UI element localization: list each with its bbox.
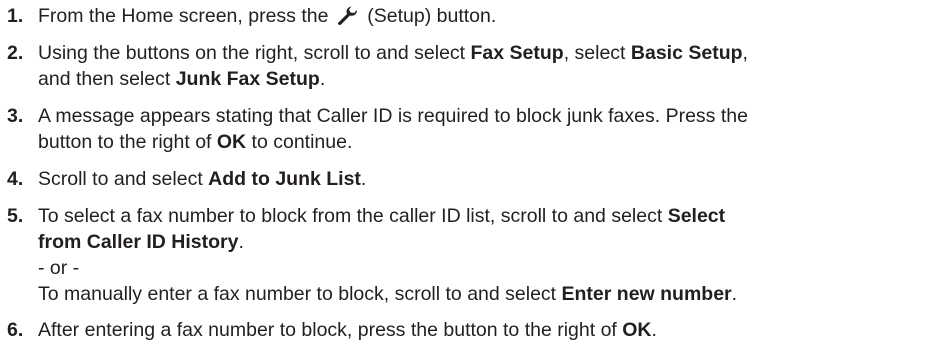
text-segment: , [742, 42, 748, 64]
text-segment: , select [563, 42, 631, 64]
text-segment: After entering a fax number to block, pr… [38, 319, 623, 341]
step-text: To select a fax number to block from the… [38, 203, 922, 307]
text-segment: . [319, 68, 326, 90]
menu-term-select: Select [667, 205, 726, 227]
step-text: Scroll to and select Add to Junk List. [38, 166, 922, 192]
text-segment: . [651, 319, 657, 341]
step-number: 4. [7, 168, 24, 190]
text-segment: . [360, 168, 367, 190]
text-segment: Using the buttons on the right, scroll t… [38, 42, 471, 64]
wrench-icon [337, 6, 357, 25]
text-segment: and then select [38, 68, 176, 90]
text-segment: . [731, 283, 738, 305]
menu-term-ok: OK [216, 131, 247, 153]
menu-term-caller-id-history: from Caller ID History [38, 231, 239, 253]
text-segment: . [238, 231, 244, 253]
text-segment: (Setup) button. [361, 5, 497, 27]
step-number: 2. [7, 42, 24, 64]
text-segment: to continue. [246, 131, 353, 153]
step-number: 3. [7, 105, 24, 127]
menu-term-add-to-junk-list: Add to Junk List [208, 168, 361, 190]
step-number: 5. [7, 205, 24, 227]
or-separator: - or - [38, 257, 80, 279]
step-number: 1. [7, 5, 24, 27]
menu-term-ok: OK [622, 319, 652, 341]
step-text: A message appears stating that Caller ID… [38, 103, 922, 155]
text-segment: To select a fax number to block from the… [38, 205, 668, 227]
menu-term-basic-setup: Basic Setup [630, 42, 743, 64]
step-text: After entering a fax number to block, pr… [38, 317, 922, 343]
text-segment: Scroll to and select [38, 168, 209, 190]
step-text: From the Home screen, press the (Setup) … [38, 3, 922, 29]
text-segment: A message appears stating that Caller ID… [38, 105, 748, 127]
menu-term-enter-new-number: Enter new number [561, 283, 732, 305]
text-segment: From the Home screen, press the [38, 5, 334, 27]
menu-term-junk-fax-setup: Junk Fax Setup [175, 68, 320, 90]
text-segment: To manually enter a fax number to block,… [38, 283, 562, 305]
step-number: 6. [7, 319, 24, 341]
menu-term-fax-setup: Fax Setup [470, 42, 564, 64]
step-text: Using the buttons on the right, scroll t… [38, 40, 922, 92]
text-segment: button to the right of [38, 131, 217, 153]
